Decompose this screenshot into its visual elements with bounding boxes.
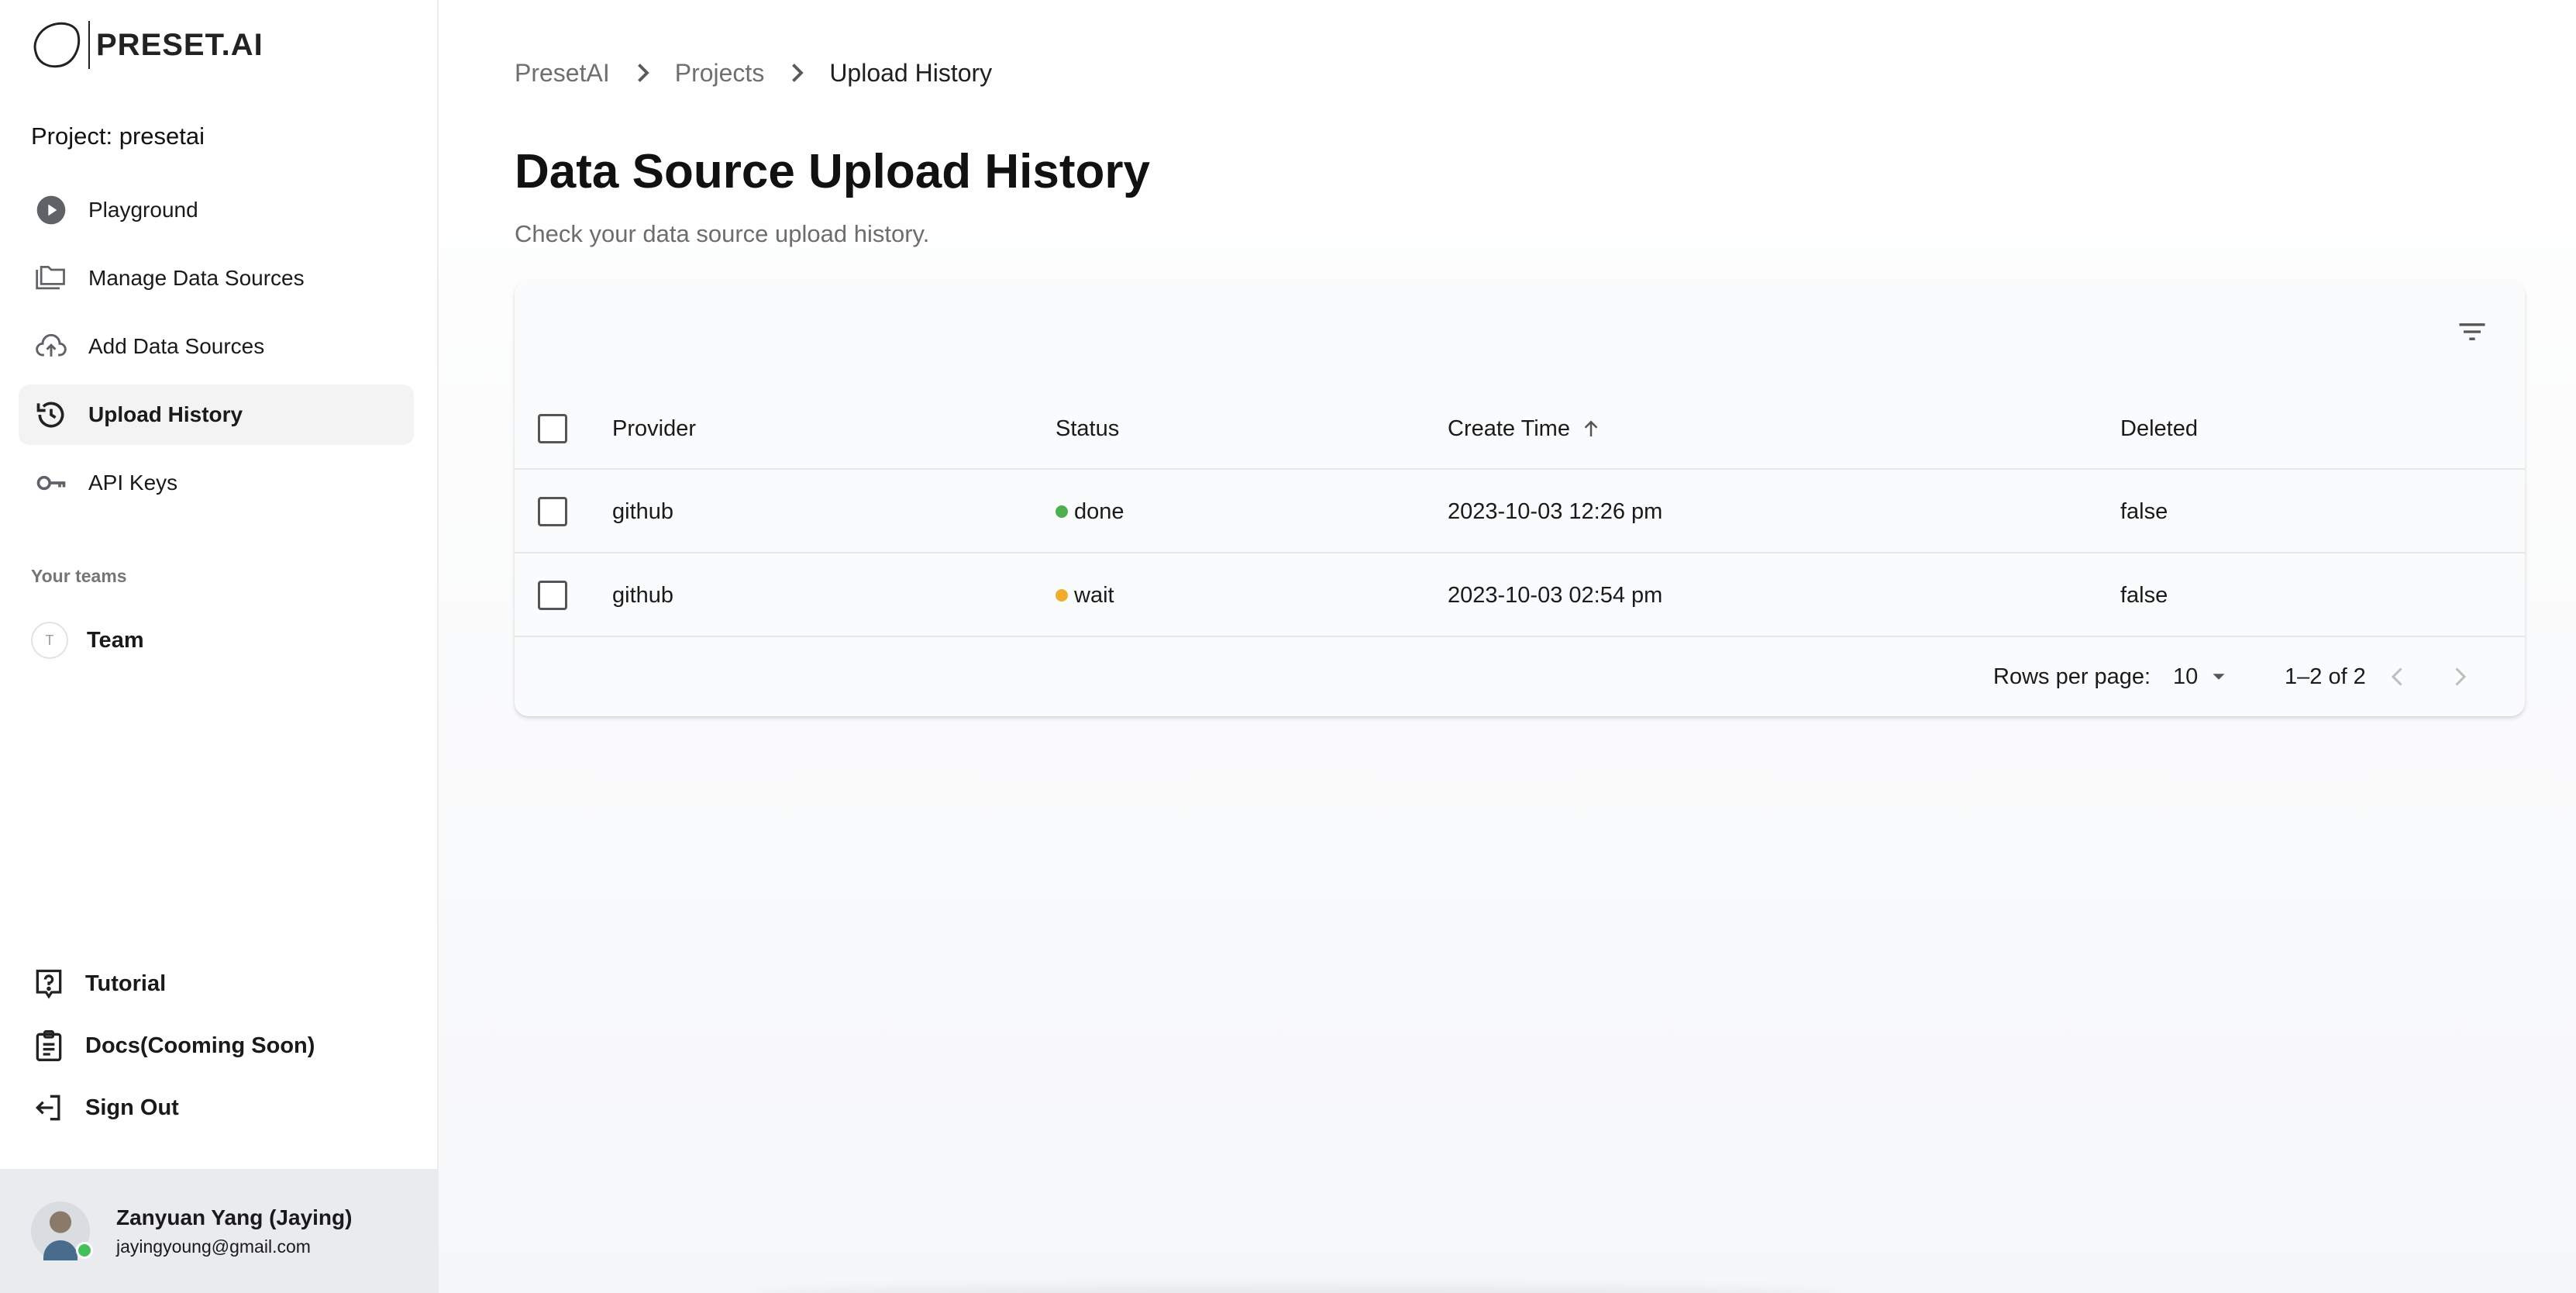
column-header-status[interactable]: Status xyxy=(1056,389,1119,468)
bottom-scroll-shadow xyxy=(746,1285,1846,1293)
sidebar-nav: Playground Manage Data Sources Add Data … xyxy=(19,180,414,521)
page-subtitle: Check your data source upload history. xyxy=(515,220,930,247)
status-cell: wait xyxy=(1056,555,1114,636)
logo-divider xyxy=(88,21,90,69)
history-icon xyxy=(33,396,70,433)
user-email: jayingyoung@gmail.com xyxy=(116,1236,311,1257)
create-time-cell: 2023-10-03 12:26 pm xyxy=(1448,498,1663,524)
bottom-item-label: Docs(Cooming Soon) xyxy=(85,1033,315,1058)
column-header-provider[interactable]: Provider xyxy=(612,389,696,468)
rows-per-page-label: Rows per page: xyxy=(1993,664,2151,689)
chevron-right-icon xyxy=(2455,667,2467,686)
filter-button[interactable] xyxy=(2450,310,2494,353)
sidebar-item-playground[interactable]: Playground xyxy=(19,180,414,240)
previous-page-button[interactable] xyxy=(2378,657,2418,697)
app-root: PRESET.AI Project: presetai Playground M… xyxy=(0,0,2576,1293)
avatar[interactable] xyxy=(31,1202,93,1260)
pagination: Rows per page: 10 1–2 of 2 xyxy=(515,637,2525,716)
sidebar-item-label: Upload History xyxy=(88,402,243,426)
team-item[interactable]: T Team xyxy=(31,619,144,662)
key-icon xyxy=(33,464,70,502)
create-time-cell: 2023-10-03 02:54 pm xyxy=(1448,582,1663,608)
column-header-create-time[interactable]: Create Time xyxy=(1448,389,1603,468)
next-page-button[interactable] xyxy=(2440,657,2480,697)
select-all-checkbox[interactable] xyxy=(538,414,567,443)
column-header-label: Create Time xyxy=(1448,415,1570,441)
sidebar-item-label: API Keys xyxy=(88,471,178,495)
sidebar-item-api-keys[interactable]: API Keys xyxy=(19,453,414,513)
cloud-upload-icon xyxy=(33,328,70,365)
table-row[interactable]: github done 2023-10-03 12:26 pm false xyxy=(515,471,2525,553)
bottom-item-label: Tutorial xyxy=(85,971,167,996)
status-text: wait xyxy=(1074,582,1114,608)
sidebar-item-upload-history[interactable]: Upload History xyxy=(19,384,414,445)
logo-text: PRESET.AI xyxy=(96,27,263,62)
teams-heading: Your teams xyxy=(31,566,127,586)
rows-per-page-select[interactable]: 10 xyxy=(2173,637,2230,716)
status-text: done xyxy=(1074,498,1124,524)
provider-cell: github xyxy=(612,582,674,608)
table-row[interactable]: github wait 2023-10-03 02:54 pm false xyxy=(515,555,2525,637)
sidebar-item-add-data-sources[interactable]: Add Data Sources xyxy=(19,316,414,377)
breadcrumb-presetai[interactable]: PresetAI xyxy=(515,59,610,88)
play-circle-icon xyxy=(33,191,70,229)
row-checkbox[interactable] xyxy=(538,581,567,610)
caret-down-icon xyxy=(2213,674,2225,680)
sidebar-item-manage-data-sources[interactable]: Manage Data Sources xyxy=(19,248,414,309)
provider-cell: github xyxy=(612,498,674,524)
table-header: Provider Status Create Time Deleted xyxy=(515,389,2525,470)
logo[interactable]: PRESET.AI xyxy=(29,17,263,73)
docs-link[interactable]: Docs(Cooming Soon) xyxy=(31,1022,315,1070)
status-dot xyxy=(1056,505,1068,518)
online-status-indicator xyxy=(76,1242,93,1259)
help-icon xyxy=(31,966,67,1002)
row-checkbox-cell xyxy=(538,471,577,552)
team-avatar: T xyxy=(31,622,68,659)
folders-icon xyxy=(33,260,70,297)
status-cell: done xyxy=(1056,471,1124,552)
chevron-left-icon xyxy=(2391,667,2402,686)
user-name: Zanyuan Yang (Jaying) xyxy=(116,1205,353,1229)
user-info: Zanyuan Yang (Jaying) jayingyoung@gmail.… xyxy=(116,1205,352,1257)
sidebar-bottom-nav: Tutorial Docs(Cooming Soon) Sign Out xyxy=(31,960,315,1146)
row-checkbox[interactable] xyxy=(538,497,567,526)
breadcrumb: PresetAI Projects Upload History xyxy=(515,56,992,90)
clipboard-icon xyxy=(31,1028,67,1064)
sign-out-icon xyxy=(31,1090,67,1126)
sidebar-item-label: Manage Data Sources xyxy=(88,266,305,290)
breadcrumb-upload-history: Upload History xyxy=(829,58,993,87)
arrow-up-icon[interactable] xyxy=(1579,417,1603,440)
sidebar-item-label: Add Data Sources xyxy=(88,334,265,358)
deleted-cell: false xyxy=(2120,582,2168,608)
upload-history-table: Provider Status Create Time Deleted gith… xyxy=(515,281,2525,716)
team-label: Team xyxy=(87,627,144,653)
deleted-cell: false xyxy=(2120,498,2168,524)
sidebar: PRESET.AI Project: presetai Playground M… xyxy=(0,0,439,1293)
status-dot xyxy=(1056,589,1068,602)
sidebar-item-label: Playground xyxy=(88,198,198,222)
logo-mark-icon xyxy=(33,22,81,68)
user-card: Zanyuan Yang (Jaying) jayingyoung@gmail.… xyxy=(0,1169,439,1293)
chevron-right-icon xyxy=(780,56,814,90)
breadcrumb-projects[interactable]: Projects xyxy=(675,59,765,88)
rows-per-page-value: 10 xyxy=(2173,664,2199,689)
sign-out-button[interactable]: Sign Out xyxy=(31,1084,315,1132)
column-header-deleted[interactable]: Deleted xyxy=(2120,389,2198,468)
avatar-figure xyxy=(43,1240,77,1260)
project-label: Project: presetai xyxy=(31,122,205,150)
filter-icon xyxy=(2459,323,2485,340)
row-checkbox-cell xyxy=(538,555,577,636)
pagination-range: 1–2 of 2 xyxy=(2285,664,2366,689)
main-content: PresetAI Projects Upload History Data So… xyxy=(439,0,2576,1293)
bottom-item-label: Sign Out xyxy=(85,1095,179,1120)
chevron-right-icon xyxy=(625,56,659,90)
page-title: Data Source Upload History xyxy=(515,145,1150,198)
tutorial-link[interactable]: Tutorial xyxy=(31,960,315,1008)
header-checkbox-cell xyxy=(538,389,577,468)
